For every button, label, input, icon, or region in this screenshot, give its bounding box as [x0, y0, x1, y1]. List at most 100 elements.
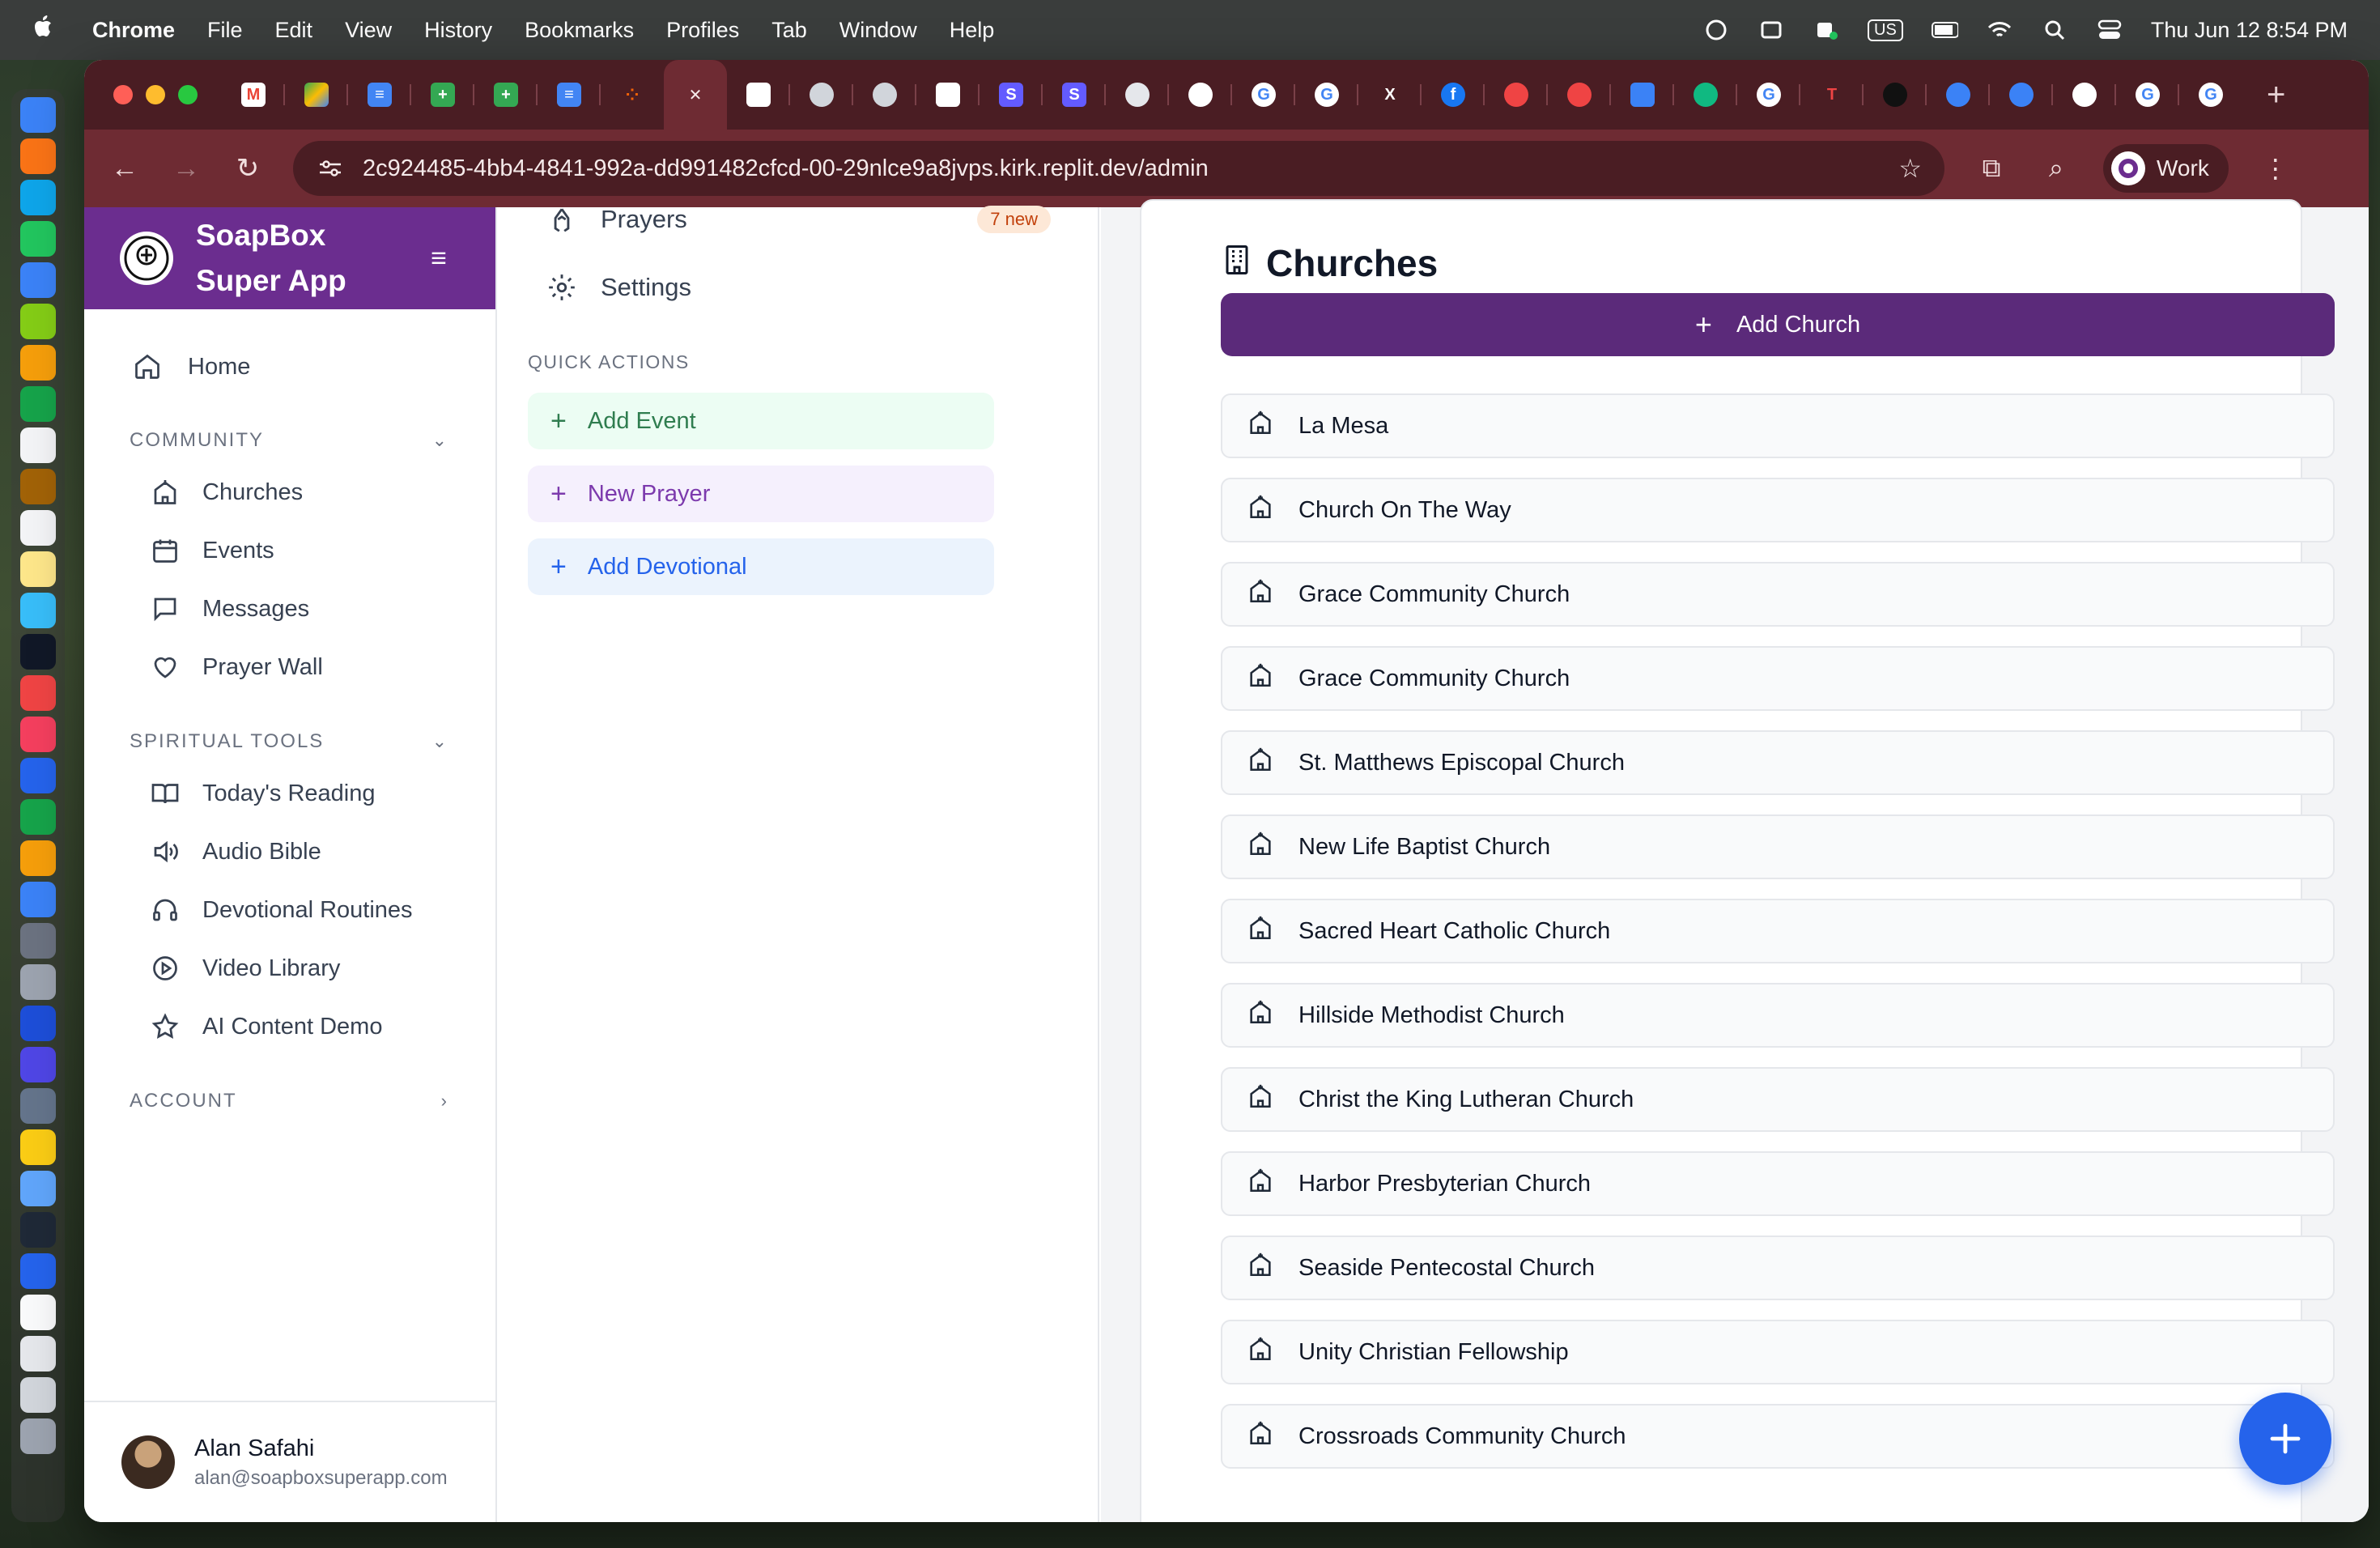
church-row[interactable]: Hillside Methodist Church: [1221, 983, 2335, 1048]
sidebar-item-prayer-wall[interactable]: Prayer Wall: [84, 638, 495, 696]
sidebar-item-devotional-routines[interactable]: Devotional Routines: [84, 881, 495, 939]
trash-icon[interactable]: [20, 1418, 56, 1454]
nav-item-settings[interactable]: Settings: [499, 259, 1098, 316]
vpn-icon[interactable]: [1702, 18, 1730, 42]
app-store-icon[interactable]: [20, 882, 56, 917]
add-church-button[interactable]: + Add Church: [1221, 293, 2335, 356]
forward-button[interactable]: →: [170, 153, 202, 185]
tab-google-4[interactable]: G: [2116, 60, 2179, 130]
close-window-button[interactable]: [113, 85, 133, 104]
tab-google-3[interactable]: G: [1737, 60, 1800, 130]
tab-github[interactable]: [2053, 60, 2116, 130]
chrome-menu-icon[interactable]: ⋮: [2258, 153, 2293, 184]
menubar-clock[interactable]: Thu Jun 12 8:54 PM: [2151, 18, 2348, 43]
menu-edit[interactable]: Edit: [275, 18, 313, 43]
battery-icon[interactable]: [1931, 18, 1958, 42]
apple-tv-icon[interactable]: [20, 634, 56, 670]
tab-green-leaf[interactable]: [1674, 60, 1737, 130]
tab-x[interactable]: X: [1358, 60, 1422, 130]
tab-docs-2[interactable]: ≡: [538, 60, 601, 130]
tab-soapbox-2[interactable]: [916, 60, 980, 130]
zoom-window-button[interactable]: [178, 85, 198, 104]
tab-blue-globe-2[interactable]: [1990, 60, 2053, 130]
outlook-status-icon[interactable]: [1757, 18, 1785, 42]
downloads-icon[interactable]: [20, 1377, 56, 1413]
sidebar-item-messages[interactable]: Messages: [84, 580, 495, 638]
tab-facebook[interactable]: f: [1422, 60, 1485, 130]
address-bar[interactable]: 2c924485-4bb4-4841-992a-dd991482cfcd-00-…: [293, 141, 1944, 196]
menu-history[interactable]: History: [424, 18, 492, 43]
contacts-icon[interactable]: [20, 469, 56, 504]
tab-blue-globe-1[interactable]: [1927, 60, 1990, 130]
church-row[interactable]: La Mesa: [1221, 393, 2335, 458]
tab-gmail[interactable]: M: [222, 60, 285, 130]
tab-google-5[interactable]: G: [2179, 60, 2242, 130]
facetime-icon[interactable]: [20, 386, 56, 422]
apple-icon[interactable]: [32, 14, 57, 47]
chevron-right-icon[interactable]: ›: [441, 1091, 448, 1112]
extensions-icon[interactable]: ⧉: [1974, 153, 2009, 184]
chevron-down-icon[interactable]: ⌄: [432, 731, 448, 752]
reminders-icon[interactable]: [20, 510, 56, 546]
menu-view[interactable]: View: [345, 18, 392, 43]
1password-icon[interactable]: [20, 1253, 56, 1289]
teams-status-icon[interactable]: [1813, 18, 1840, 42]
iphone-mirroring-icon[interactable]: [20, 964, 56, 1000]
chrome-icon[interactable]: [20, 1129, 56, 1165]
tab-red-1[interactable]: [1485, 60, 1548, 130]
sidebar-item-audio-bible[interactable]: Audio Bible: [84, 823, 495, 881]
menu-window[interactable]: Window: [839, 18, 917, 43]
church-row[interactable]: Church On The Way: [1221, 478, 2335, 542]
menu-tab[interactable]: Tab: [771, 18, 807, 43]
safari-icon[interactable]: [20, 180, 56, 215]
tab-stripe-1[interactable]: S: [980, 60, 1043, 130]
church-row[interactable]: Harbor Presbyterian Church: [1221, 1151, 2335, 1216]
church-row[interactable]: Unity Christian Fellowship: [1221, 1320, 2335, 1384]
tab-drive[interactable]: [285, 60, 348, 130]
mail-icon[interactable]: [20, 262, 56, 298]
tab-replit-1[interactable]: ⁘: [601, 60, 664, 130]
outlook-icon[interactable]: [20, 1006, 56, 1041]
tab-red-2[interactable]: [1548, 60, 1611, 130]
tab-soapbox-1[interactable]: [727, 60, 790, 130]
minimize-window-button[interactable]: [146, 85, 165, 104]
news-icon[interactable]: [20, 717, 56, 752]
chevron-down-icon[interactable]: ⌄: [432, 430, 448, 451]
tab-stripe-2[interactable]: S: [1043, 60, 1106, 130]
tab-search-icon[interactable]: ⌕: [2038, 153, 2074, 184]
remote-desktop-icon[interactable]: [20, 1088, 56, 1124]
teams-icon[interactable]: [20, 1047, 56, 1082]
soapbox-logo[interactable]: [120, 232, 173, 285]
menu-help[interactable]: Help: [950, 18, 995, 43]
music-icon[interactable]: [20, 675, 56, 711]
document-icon[interactable]: [20, 1295, 56, 1330]
user-profile-card[interactable]: Alan Safahi alan@soapboxsuperapp.com: [84, 1401, 495, 1522]
section-account[interactable]: ACCOUNT ›: [84, 1078, 495, 1124]
back-button[interactable]: ←: [108, 153, 141, 185]
freeform-icon[interactable]: [20, 593, 56, 628]
church-row[interactable]: Grace Community Church: [1221, 646, 2335, 711]
section-spiritual-tools[interactable]: SPIRITUAL TOOLS ⌄: [84, 719, 495, 764]
pages-icon[interactable]: [20, 840, 56, 876]
bookmark-star-icon[interactable]: ☆: [1898, 153, 1922, 184]
profile-button[interactable]: Work: [2103, 144, 2229, 193]
section-community[interactable]: COMMUNITY ⌄: [84, 418, 495, 463]
messages-icon[interactable]: [20, 221, 56, 257]
tab-openai-2[interactable]: [1864, 60, 1927, 130]
maps-icon[interactable]: [20, 304, 56, 339]
tab-active[interactable]: ✕: [664, 60, 727, 130]
church-row[interactable]: Sacred Heart Catholic Church: [1221, 899, 2335, 963]
tab-sheets-1[interactable]: +: [411, 60, 474, 130]
church-row[interactable]: St. Matthews Episcopal Church: [1221, 730, 2335, 795]
tab-google-2[interactable]: G: [1295, 60, 1358, 130]
numbers-icon[interactable]: [20, 799, 56, 835]
nav-item-prayers[interactable]: Prayers 7 new: [499, 191, 1098, 248]
add-devotional-button[interactable]: + Add Devotional: [528, 538, 994, 595]
keyboard-layout-badge[interactable]: US: [1868, 19, 1903, 41]
church-row[interactable]: Crossroads Community Church: [1221, 1404, 2335, 1469]
add-event-button[interactable]: + Add Event: [528, 393, 994, 449]
tab-blue-squares[interactable]: [1611, 60, 1674, 130]
keynote-icon[interactable]: [20, 758, 56, 793]
notes-icon[interactable]: [20, 551, 56, 587]
sidebar-item-video-library[interactable]: Video Library: [84, 939, 495, 997]
